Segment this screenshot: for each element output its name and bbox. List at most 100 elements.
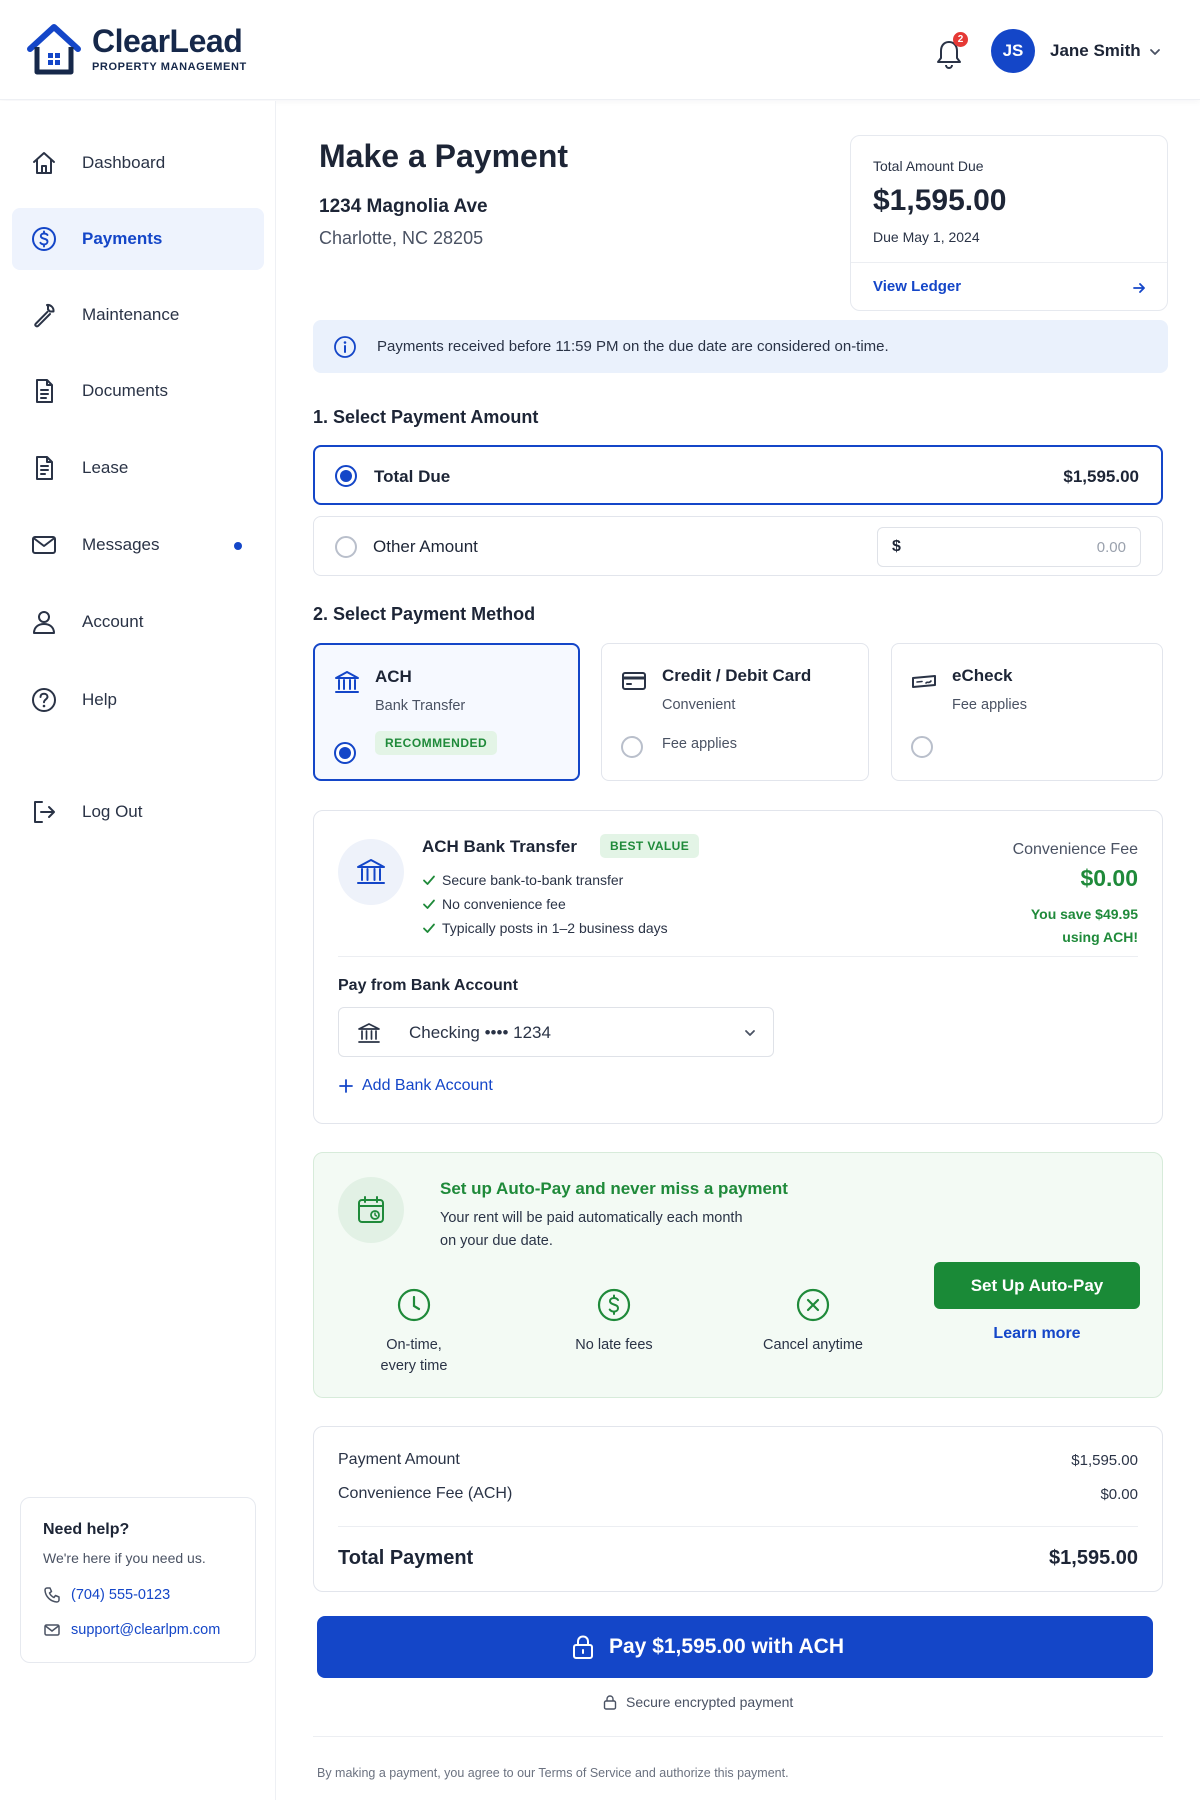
plus-icon bbox=[339, 1079, 353, 1093]
sidebar-item-account[interactable]: Account bbox=[12, 591, 264, 653]
sidebar-item-documents[interactable]: Documents bbox=[12, 360, 264, 422]
bank-icon bbox=[358, 1023, 380, 1043]
pay-button-label: Pay $1,595.00 with ACH bbox=[609, 1635, 844, 1658]
checkmark-icon bbox=[423, 899, 435, 909]
method-subtitle: Bank Transfer bbox=[375, 698, 466, 714]
lock-icon bbox=[573, 1635, 593, 1659]
unread-indicator bbox=[234, 542, 242, 550]
chevron-down-icon[interactable] bbox=[1148, 45, 1162, 59]
method-fee-note: Fee applies bbox=[662, 736, 737, 752]
ach-benefit: Typically posts in 1–2 business days bbox=[422, 920, 668, 936]
autopay-feature: No late fees bbox=[544, 1287, 684, 1356]
bank-icon bbox=[335, 671, 359, 693]
sidebar: Dashboard Payments Maintenance Documents… bbox=[0, 101, 276, 1800]
amount-option-total-due[interactable]: Total Due $1,595.00 bbox=[313, 445, 1163, 505]
method-ach[interactable]: ACH Bank Transfer RECOMMENDED bbox=[313, 643, 580, 781]
radio-ach[interactable] bbox=[334, 742, 356, 764]
sidebar-item-label: Documents bbox=[82, 381, 168, 400]
currency-symbol: $ bbox=[892, 538, 901, 555]
method-card[interactable]: Credit / Debit Card Convenient Fee appli… bbox=[601, 643, 869, 781]
sidebar-item-logout[interactable]: Log Out bbox=[12, 781, 264, 843]
pay-from-label: Pay from Bank Account bbox=[338, 977, 518, 994]
arrow-right-icon[interactable] bbox=[1131, 280, 1147, 296]
convenience-fee-value: $0.00 bbox=[1080, 865, 1138, 891]
sidebar-item-label: Lease bbox=[82, 458, 129, 477]
phone-icon bbox=[44, 1587, 60, 1603]
summary-total-value: $1,595.00 bbox=[1049, 1547, 1138, 1569]
sidebar-item-dashboard[interactable]: Dashboard bbox=[12, 132, 264, 194]
method-section-heading: 2. Select Payment Method bbox=[313, 604, 536, 624]
autopay-description: Your rent will be paid automatically eac… bbox=[440, 1210, 743, 1249]
property-address: 1234 Magnolia Ave bbox=[319, 196, 488, 217]
setup-autopay-button[interactable]: Set Up Auto-Pay bbox=[934, 1262, 1140, 1309]
wrench-icon bbox=[34, 303, 55, 328]
autopay-feature: Cancel anytime bbox=[743, 1287, 883, 1356]
calendar-icon-badge bbox=[338, 1177, 404, 1243]
ach-benefit: Secure bank-to-bank transfer bbox=[422, 872, 623, 888]
radio-card[interactable] bbox=[621, 736, 643, 758]
sidebar-item-label: Account bbox=[82, 612, 144, 631]
help-subtitle: We're here if you need us. bbox=[43, 1550, 206, 1566]
house-logo-icon bbox=[27, 24, 81, 75]
check-icon bbox=[912, 675, 936, 688]
sidebar-item-payments[interactable]: Payments bbox=[12, 208, 264, 270]
amount-option-other[interactable]: Other Amount $ 0.00 bbox=[313, 516, 1163, 576]
amount-option-label: Total Due bbox=[374, 467, 451, 486]
sidebar-item-help[interactable]: Help bbox=[12, 669, 264, 731]
mail-icon bbox=[32, 536, 56, 554]
radio-other-amount[interactable] bbox=[335, 536, 357, 558]
brand-name: ClearLead bbox=[92, 23, 243, 59]
sidebar-item-messages[interactable]: Messages bbox=[12, 514, 264, 576]
sidebar-item-label: Log Out bbox=[82, 802, 143, 821]
learn-more-link[interactable]: Learn more bbox=[934, 1325, 1140, 1343]
help-phone-link[interactable]: (704) 555-0123 bbox=[43, 1586, 170, 1604]
add-bank-account-link[interactable]: Add Bank Account bbox=[338, 1077, 493, 1095]
pay-button[interactable]: Pay $1,595.00 with ACH bbox=[317, 1616, 1153, 1678]
bank-account-select[interactable]: Checking •••• 1234 bbox=[338, 1007, 774, 1057]
sidebar-item-maintenance[interactable]: Maintenance bbox=[12, 284, 264, 346]
divider bbox=[338, 956, 1138, 957]
autopay-card: Set up Auto-Pay and never miss a payment… bbox=[313, 1152, 1163, 1398]
sidebar-item-label: Dashboard bbox=[82, 153, 166, 172]
amount-option-label: Other Amount bbox=[373, 537, 478, 556]
method-subtitle: Fee applies bbox=[952, 697, 1027, 713]
help-card: Need help? We're here if you need us. (7… bbox=[20, 1497, 256, 1663]
notification-badge: 2 bbox=[953, 32, 968, 47]
selected-account: Checking •••• 1234 bbox=[409, 1023, 551, 1042]
divider bbox=[851, 262, 1167, 263]
user-name[interactable]: Jane Smith bbox=[1050, 41, 1141, 61]
method-title: Credit / Debit Card bbox=[662, 666, 812, 685]
radio-total-due[interactable] bbox=[335, 465, 357, 487]
checkmark-icon bbox=[423, 923, 435, 933]
savings-note: You save $49.95 using ACH! bbox=[1030, 906, 1138, 945]
amount-section-heading: 1. Select Payment Amount bbox=[313, 407, 539, 427]
summary-amount-label: Payment Amount bbox=[338, 1451, 460, 1468]
best-value-badge: BEST VALUE bbox=[600, 834, 700, 858]
radio-echeck[interactable] bbox=[911, 736, 933, 758]
lease-icon bbox=[36, 456, 53, 480]
page-title: Make a Payment bbox=[319, 138, 569, 174]
checkmark-icon bbox=[423, 875, 435, 885]
other-amount-input[interactable]: $ 0.00 bbox=[877, 527, 1141, 567]
sidebar-item-label: Maintenance bbox=[82, 305, 180, 324]
autopay-title: Set up Auto-Pay and never miss a payment bbox=[440, 1179, 788, 1198]
amount-due-card: Total Amount Due $1,595.00 Due May 1, 20… bbox=[850, 135, 1168, 311]
lock-icon bbox=[603, 1695, 617, 1710]
sidebar-item-label: Messages bbox=[82, 535, 160, 554]
view-ledger-link[interactable]: View Ledger bbox=[873, 278, 961, 295]
avatar[interactable]: JS bbox=[991, 29, 1035, 73]
clock-icon bbox=[397, 1288, 431, 1322]
help-email-link[interactable]: support@clearlpm.com bbox=[43, 1621, 220, 1639]
home-icon bbox=[33, 152, 55, 174]
calendar-icon bbox=[358, 1196, 384, 1223]
method-title: ACH bbox=[375, 667, 412, 686]
x-circle-icon bbox=[796, 1288, 830, 1322]
help-circle-icon bbox=[32, 688, 56, 712]
amount-due-value: $1,595.00 bbox=[873, 184, 1007, 217]
method-subtitle: Convenient bbox=[662, 697, 736, 713]
brand-logo[interactable]: ClearLead PROPERTY MANAGEMENT bbox=[26, 22, 247, 76]
payment-summary: Payment Amount $1,595.00 Convenience Fee… bbox=[313, 1426, 1163, 1592]
sidebar-item-lease[interactable]: Lease bbox=[12, 437, 264, 499]
sidebar-item-label: Help bbox=[82, 690, 117, 709]
method-echeck[interactable]: eCheck Fee applies bbox=[891, 643, 1163, 781]
